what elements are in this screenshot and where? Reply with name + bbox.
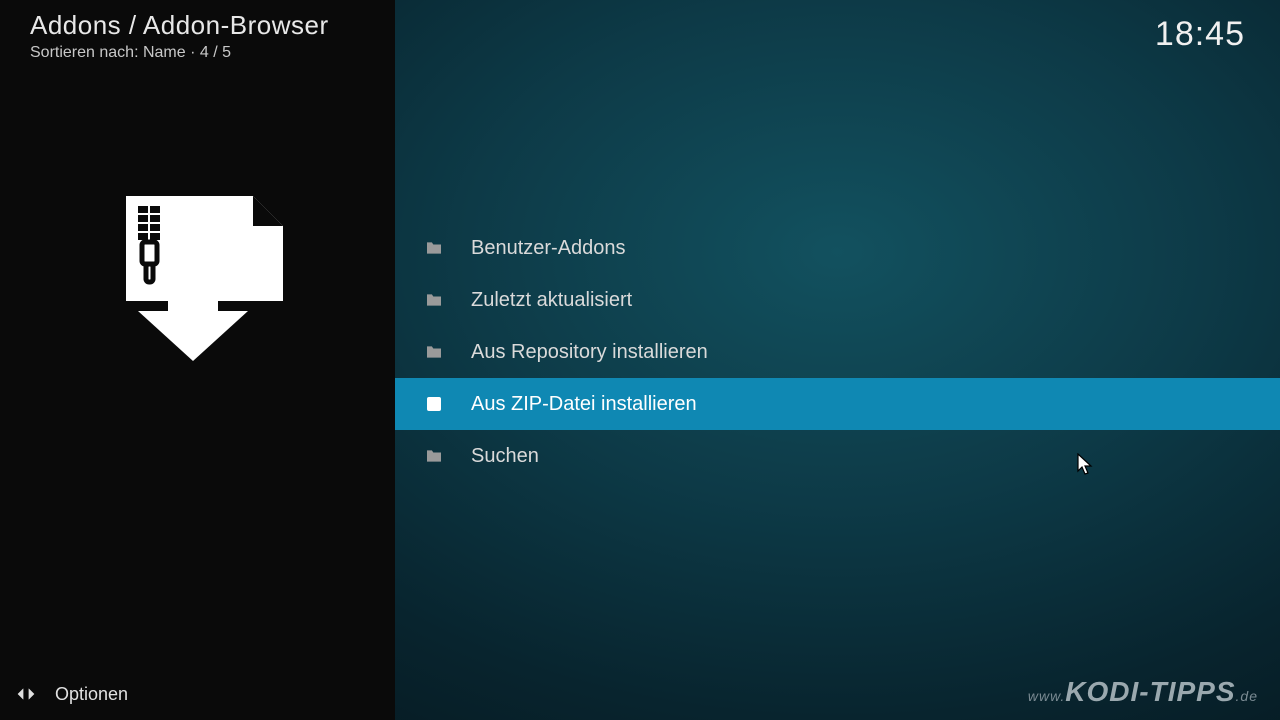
watermark-prefix: www. — [1028, 688, 1065, 704]
options-button[interactable]: Optionen — [15, 683, 128, 705]
list-item-search[interactable]: Suchen — [395, 430, 1280, 482]
folder-icon — [425, 449, 443, 463]
watermark-suffix: .de — [1236, 688, 1258, 704]
list-item-label: Aus Repository installieren — [471, 341, 708, 364]
zip-install-icon — [108, 196, 283, 366]
options-label: Optionen — [55, 684, 128, 705]
list-item-label: Aus ZIP-Datei installieren — [471, 393, 697, 416]
watermark: www.KODI-TIPPS.de — [1028, 676, 1258, 708]
sidebar: Addons / Addon-Browser Sortieren nach: N… — [0, 0, 395, 720]
list-item-label: Zuletzt aktualisiert — [471, 289, 632, 312]
list-item-install-repository[interactable]: Aus Repository installieren — [395, 326, 1280, 378]
zip-icon — [427, 397, 441, 411]
list-item-install-zip[interactable]: Aus ZIP-Datei installieren — [395, 378, 1280, 430]
breadcrumb: Addons / Addon-Browser — [30, 10, 329, 41]
clock: 18:45 — [1155, 15, 1245, 54]
folder-icon — [425, 345, 443, 359]
list-item-label: Suchen — [471, 445, 539, 468]
list-item-recently-updated[interactable]: Zuletzt aktualisiert — [395, 274, 1280, 326]
addon-list: Benutzer-Addons Zuletzt aktualisiert Aus… — [395, 222, 1280, 482]
list-item-label: Benutzer-Addons — [471, 237, 626, 260]
options-icon — [15, 683, 37, 705]
watermark-brand: KODI-TIPPS — [1065, 676, 1235, 707]
folder-icon — [425, 293, 443, 307]
list-item-user-addons[interactable]: Benutzer-Addons — [395, 222, 1280, 274]
folder-icon — [425, 241, 443, 255]
main-panel: 18:45 Benutzer-Addons Zuletzt aktualisie… — [395, 0, 1280, 720]
sort-info: Sortieren nach: Name · 4 / 5 — [30, 44, 231, 62]
